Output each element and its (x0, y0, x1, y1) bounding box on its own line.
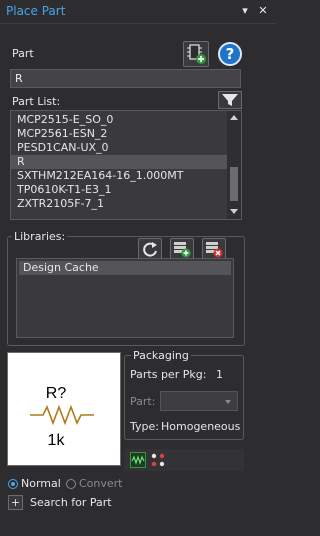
library-remove-icon (206, 242, 223, 258)
add-library-button[interactable] (170, 238, 194, 260)
libraries-list[interactable]: Design Cache (16, 258, 234, 338)
scroll-thumb[interactable] (230, 167, 238, 201)
waveform-icon[interactable] (130, 452, 146, 468)
type-value: Homogeneous (161, 420, 241, 433)
parts-per-pkg-value: 1 (216, 368, 223, 381)
preview-toolbar (124, 449, 244, 471)
resistor-symbol-icon: R? 1k (30, 385, 94, 449)
chevron-down-icon (225, 400, 231, 404)
part-list-items: MCP2515-E_SO_0 MCP2561-ESN_2 PESD1CAN-UX_0… (11, 113, 229, 211)
chip-add-icon (187, 44, 206, 64)
new-part-button[interactable] (183, 41, 209, 67)
part-list[interactable]: MCP2515-E_SO_0 MCP2561-ESN_2 PESD1CAN-UX_0… (10, 110, 242, 220)
scroll-down-icon[interactable] (230, 209, 238, 214)
normal-radio[interactable] (8, 479, 18, 489)
part-label: Part (12, 47, 34, 60)
part-input[interactable]: R (10, 69, 241, 88)
preview-ref: R? (46, 385, 67, 402)
convert-radio-label[interactable]: Convert (79, 477, 123, 490)
filter-icon (222, 94, 238, 106)
libraries-label: Libraries: (12, 230, 68, 243)
window-title: Place Part (6, 4, 66, 18)
filter-button[interactable] (218, 91, 242, 109)
parts-per-pkg-label: Parts per Pkg: (130, 368, 207, 381)
remove-library-button[interactable] (202, 238, 226, 260)
type-label: Type: (130, 420, 159, 433)
pins-icon[interactable] (150, 452, 166, 468)
help-button[interactable]: ? (218, 42, 242, 66)
library-add-icon (174, 242, 191, 258)
search-expand-button[interactable]: + (8, 495, 23, 510)
part-list-scrollbar[interactable] (227, 111, 241, 219)
convert-radio[interactable] (66, 479, 76, 489)
title-bar: Place Part ▾ ✕ (0, 0, 276, 24)
part-list-item[interactable]: MCP2561-ESN_2 (11, 127, 229, 141)
part-list-item[interactable]: PESD1CAN-UX_0 (11, 141, 229, 155)
part-list-item[interactable]: ZXTR2105F-7_1 (11, 197, 229, 211)
normal-radio-label[interactable]: Normal (21, 477, 61, 490)
close-button[interactable]: ✕ (256, 4, 270, 18)
part-list-item[interactable]: SXTHM212EA164-16_1.000MT (11, 169, 229, 183)
part-list-item[interactable]: TP0610K-T1-E3_1 (11, 183, 229, 197)
scroll-up-icon[interactable] (230, 115, 238, 120)
library-item[interactable]: Design Cache (19, 261, 231, 275)
part-select[interactable] (160, 391, 238, 411)
search-for-part-label[interactable]: Search for Part (30, 496, 112, 509)
part-preview: R? 1k (7, 352, 121, 466)
part-list-item[interactable]: R (11, 155, 229, 169)
refresh-icon (143, 242, 157, 257)
part-select-label: Part: (130, 395, 156, 408)
refresh-libraries-button[interactable] (138, 238, 162, 260)
preview-value: 1k (48, 432, 66, 449)
part-list-label: Part List: (12, 95, 61, 108)
part-list-item[interactable]: MCP2515-E_SO_0 (11, 113, 229, 127)
window-menu-button[interactable]: ▾ (238, 4, 252, 18)
packaging-title: Packaging (131, 349, 191, 362)
